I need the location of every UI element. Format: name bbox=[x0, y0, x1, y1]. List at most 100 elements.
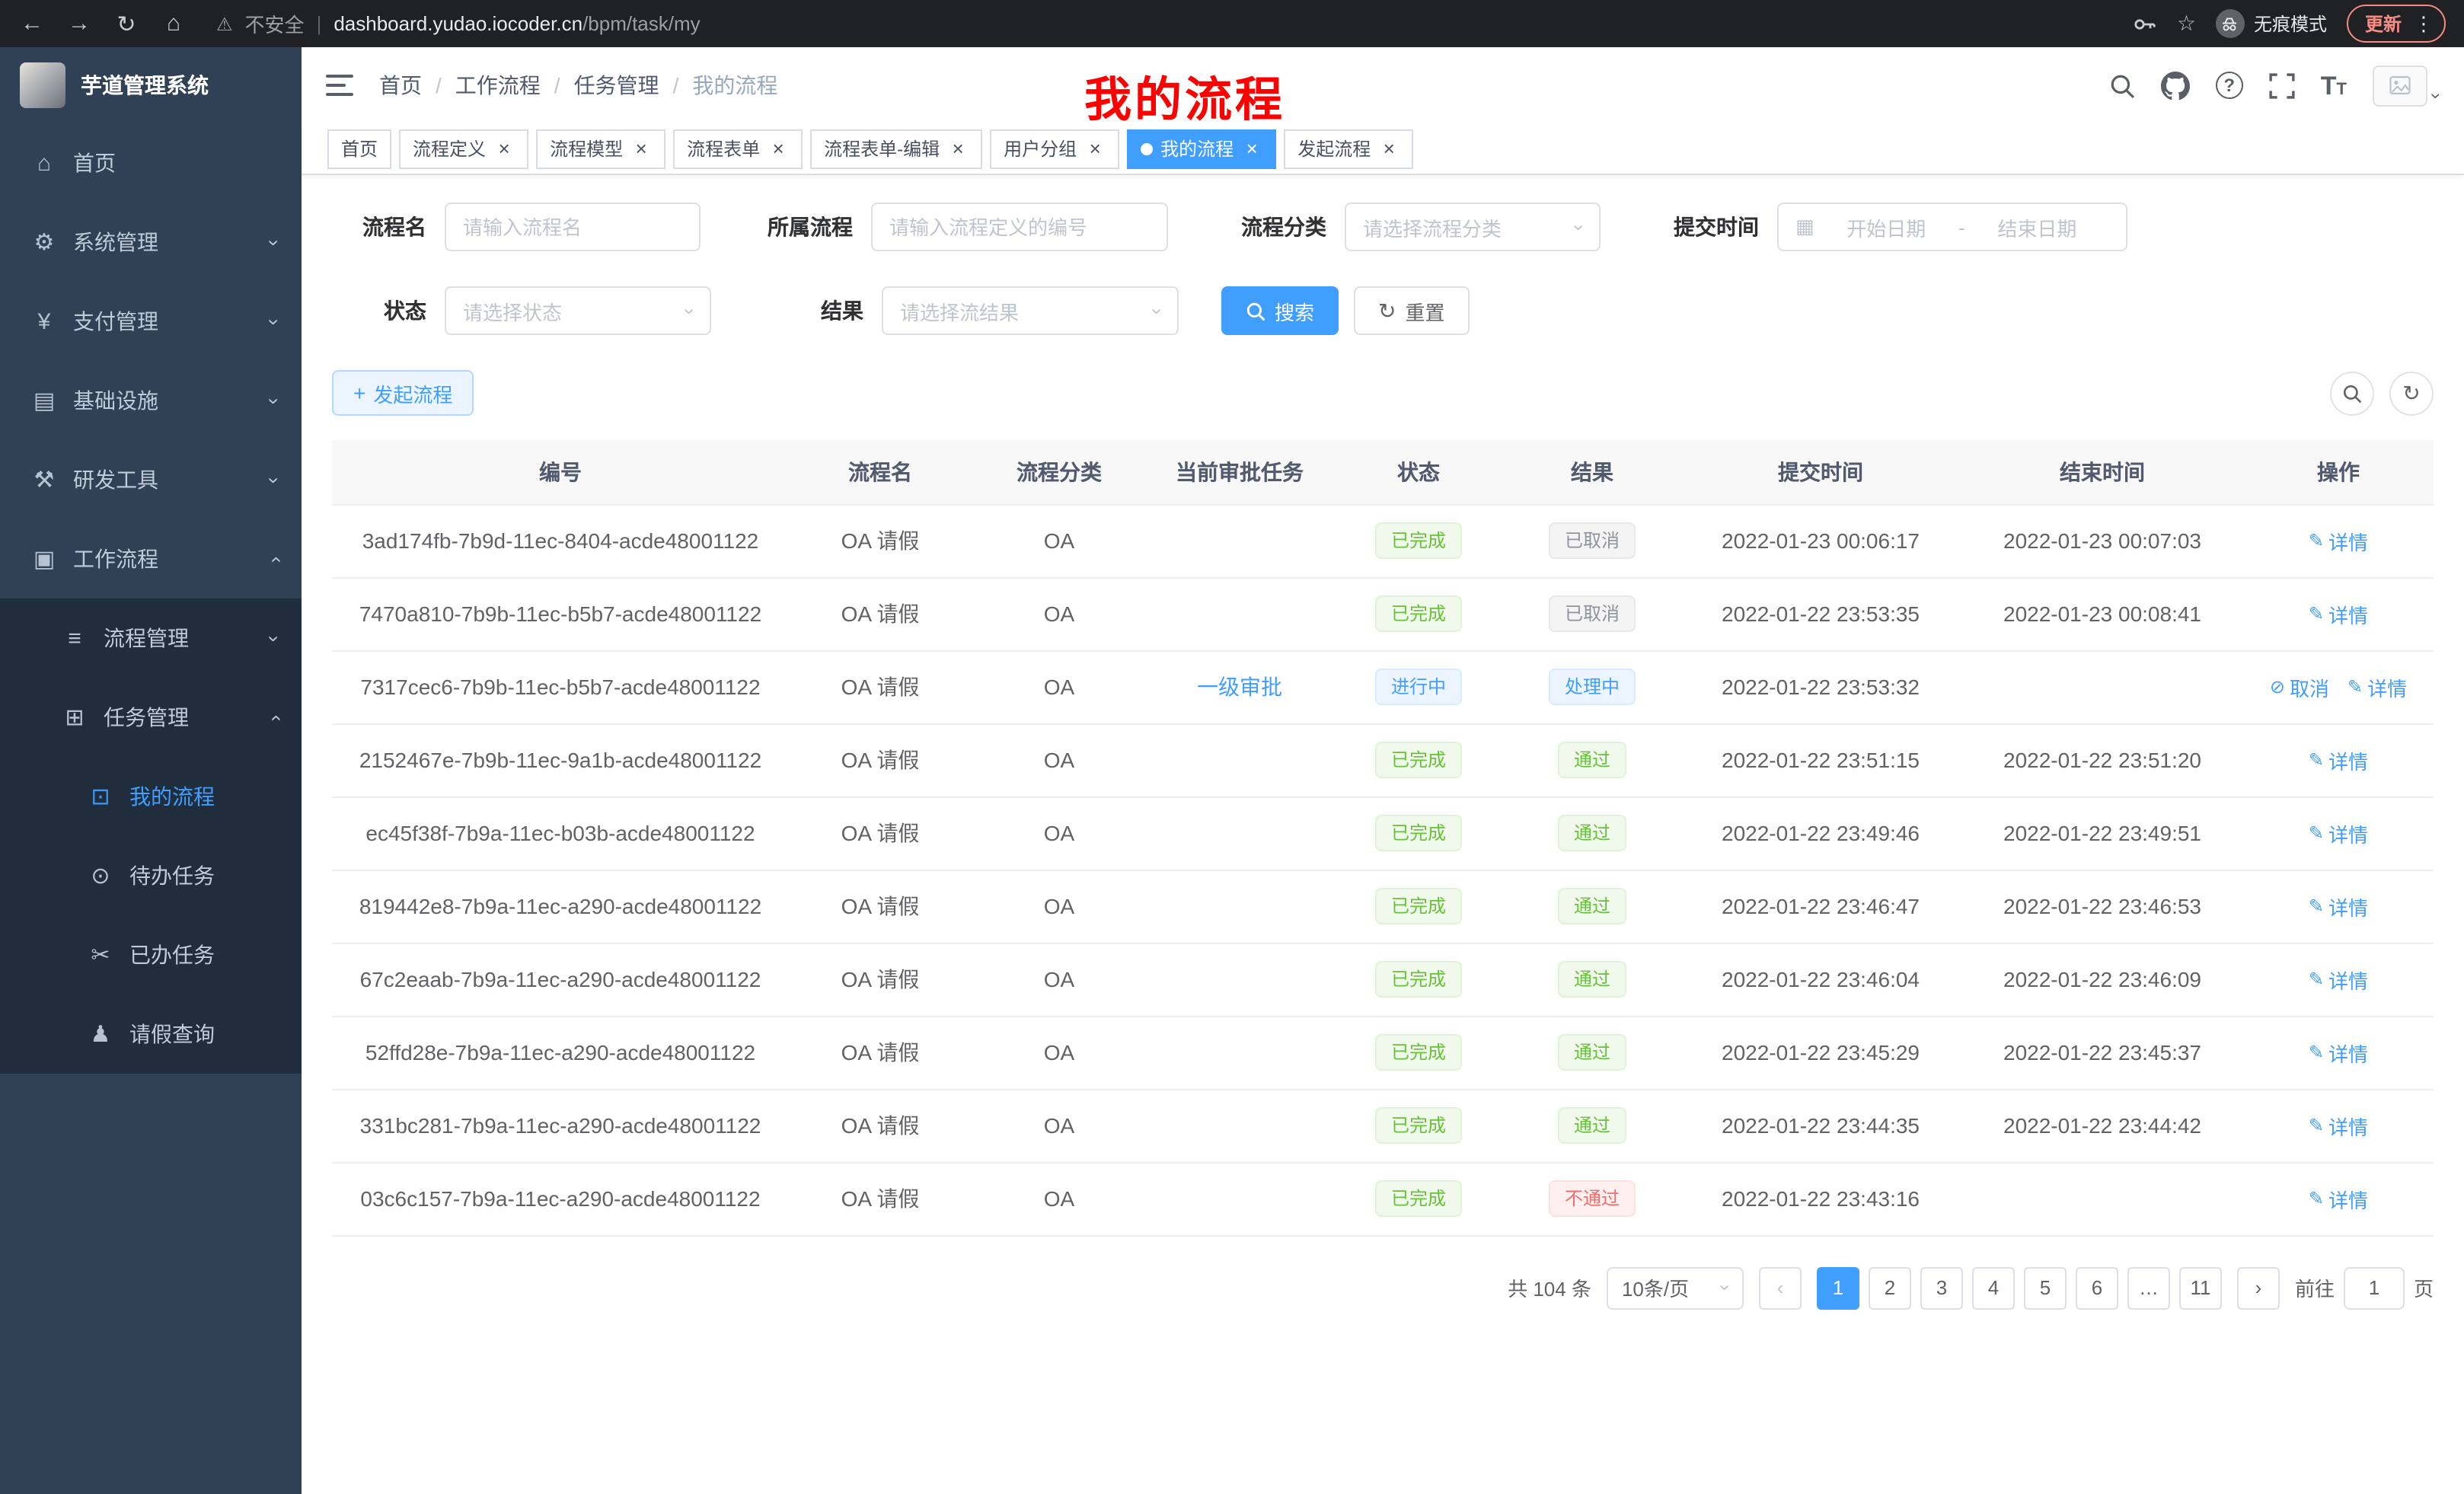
search-button[interactable]: 搜索 bbox=[1221, 286, 1339, 335]
pager-next-button[interactable]: › bbox=[2237, 1266, 2280, 1309]
close-icon[interactable]: × bbox=[493, 138, 515, 159]
pager-page-1[interactable]: 1 bbox=[1817, 1266, 1859, 1309]
detail-link[interactable]: ✎详情 bbox=[2309, 745, 2368, 774]
sidebar-item-my-process[interactable]: ⊡我的流程 bbox=[0, 757, 302, 836]
bookmark-star-icon[interactable]: ☆ bbox=[2177, 11, 2196, 37]
task-link[interactable]: 一级审批 bbox=[1197, 675, 1282, 699]
detail-link[interactable]: ✎详情 bbox=[2309, 1184, 2368, 1213]
cell-submit-time: 2022-01-22 23:45:29 bbox=[1680, 1016, 1961, 1089]
pager-page-4[interactable]: 4 bbox=[1972, 1266, 2015, 1309]
sidebar-item-home[interactable]: ⌂首页 bbox=[0, 123, 302, 203]
hide-search-button[interactable] bbox=[2330, 371, 2374, 415]
cell-result: 处理中 bbox=[1505, 650, 1680, 723]
tags-view-tab[interactable]: 流程模型× bbox=[536, 129, 665, 168]
breadcrumb-item-workflow[interactable]: 工作流程 bbox=[455, 70, 541, 101]
result-select[interactable]: 请选择流结果 › bbox=[882, 286, 1179, 335]
update-button[interactable]: 更新 ⋮ bbox=[2347, 5, 2446, 43]
sidebar-item-payment-management[interactable]: ¥支付管理› bbox=[0, 282, 302, 361]
detail-link[interactable]: ✎详情 bbox=[2309, 965, 2368, 994]
help-icon[interactable]: ? bbox=[2216, 72, 2243, 99]
fullscreen-icon[interactable] bbox=[2269, 72, 2295, 98]
github-icon[interactable] bbox=[2161, 71, 2190, 100]
plus-icon: + bbox=[353, 382, 365, 404]
close-icon[interactable]: × bbox=[1084, 138, 1106, 159]
pager-ellipsis[interactable]: … bbox=[2127, 1266, 2170, 1309]
process-management-icon: ≡ bbox=[61, 625, 88, 651]
tab-label: 首页 bbox=[341, 136, 378, 161]
cancel-link[interactable]: ⊘取消 bbox=[2270, 672, 2329, 701]
detail-link[interactable]: ✎详情 bbox=[2309, 599, 2368, 628]
pager-page-11[interactable]: 11 bbox=[2179, 1266, 2222, 1309]
close-icon[interactable]: × bbox=[1378, 138, 1400, 159]
detail-link[interactable]: ✎详情 bbox=[2348, 672, 2407, 701]
status-label: 状态 bbox=[332, 295, 426, 326]
browser-home-icon[interactable]: ⌂ bbox=[160, 11, 187, 37]
not-secure-warning-icon: ⚠ bbox=[216, 13, 233, 34]
browser-back-icon[interactable]: ← bbox=[18, 11, 46, 37]
sidebar-item-done-tasks[interactable]: ✂已办任务 bbox=[0, 915, 302, 994]
user-avatar[interactable]: › bbox=[2373, 65, 2440, 106]
sidebar-item-infrastructure[interactable]: ▤基础设施› bbox=[0, 361, 302, 440]
tags-view-tab[interactable]: 流程表单× bbox=[673, 129, 803, 168]
sidebar-item-workflow[interactable]: ▣工作流程› bbox=[0, 519, 302, 599]
hamburger-icon[interactable] bbox=[326, 75, 353, 96]
cell-task bbox=[1147, 723, 1333, 796]
process-definition-input[interactable] bbox=[871, 203, 1168, 251]
detail-link[interactable]: ✎详情 bbox=[2309, 1038, 2368, 1067]
tags-view-tab[interactable]: 用户分组× bbox=[990, 129, 1119, 168]
tags-view-tab[interactable]: 发起流程× bbox=[1284, 129, 1413, 168]
close-icon[interactable]: × bbox=[768, 138, 789, 159]
search-icon[interactable] bbox=[2109, 72, 2135, 98]
close-icon[interactable]: × bbox=[947, 138, 969, 159]
close-icon[interactable]: × bbox=[1241, 138, 1262, 159]
page-size-select[interactable]: 10条/页 › bbox=[1607, 1266, 1744, 1309]
tags-view-tab[interactable]: 首页 bbox=[327, 129, 391, 168]
browser-toolbar-right: ☆ 无痕模式 更新 ⋮ bbox=[2133, 5, 2446, 43]
process-definition-input-field[interactable] bbox=[889, 215, 1150, 238]
tags-view-tab[interactable]: 流程定义× bbox=[399, 129, 528, 168]
detail-link[interactable]: ✎详情 bbox=[2309, 819, 2368, 848]
status-select[interactable]: 请选择状态 › bbox=[445, 286, 711, 335]
goto-page-input[interactable] bbox=[2344, 1266, 2405, 1309]
refresh-table-button[interactable]: ↻ bbox=[2389, 371, 2434, 415]
sidebar-item-task-management[interactable]: ⊞任务管理› bbox=[0, 678, 302, 757]
status-tag: 已取消 bbox=[1550, 595, 1635, 632]
sidebar-item-system-management[interactable]: ⚙系统管理› bbox=[0, 203, 302, 282]
sidebar-item-leave-query[interactable]: ♟请假查询 bbox=[0, 994, 302, 1074]
process-name-input[interactable] bbox=[445, 203, 701, 251]
cell-name: OA 请假 bbox=[789, 870, 972, 943]
pager-page-2[interactable]: 2 bbox=[1869, 1266, 1911, 1309]
detail-link[interactable]: ✎详情 bbox=[2309, 892, 2368, 921]
category-select[interactable]: 请选择流程分类 › bbox=[1345, 203, 1601, 251]
detail-link[interactable]: ✎详情 bbox=[2309, 1111, 2368, 1140]
close-icon[interactable]: × bbox=[630, 138, 652, 159]
reset-button[interactable]: ↻ 重置 bbox=[1354, 286, 1470, 335]
pager-page-3[interactable]: 3 bbox=[1920, 1266, 1963, 1309]
pager-prev-button[interactable]: ‹ bbox=[1759, 1266, 1802, 1309]
key-icon[interactable] bbox=[2133, 11, 2157, 36]
breadcrumb-item-home[interactable]: 首页 bbox=[379, 70, 422, 101]
process-name-input-field[interactable] bbox=[463, 215, 682, 238]
sidebar-item-process-management[interactable]: ≡流程管理› bbox=[0, 599, 302, 678]
app-logo[interactable]: 芋道管理系统 bbox=[0, 47, 302, 123]
cell-actions: ⊘取消 ✎详情 bbox=[2243, 650, 2434, 723]
detail-link[interactable]: ✎详情 bbox=[2309, 526, 2368, 555]
cell-category: OA bbox=[972, 650, 1147, 723]
browser-menu-icon[interactable]: ⋮ bbox=[2414, 11, 2434, 36]
submit-time-range-picker[interactable]: ▦ 开始日期 - 结束日期 bbox=[1777, 203, 2127, 251]
address-bar[interactable]: ⚠ 不安全 | dashboard.yudao.iocoder.cn/bpm/t… bbox=[216, 9, 2113, 38]
sidebar-item-dev-tools[interactable]: ⚒研发工具› bbox=[0, 440, 302, 519]
tags-view-tab[interactable]: 流程表单-编辑× bbox=[810, 129, 982, 168]
font-size-icon[interactable]: TT bbox=[2321, 72, 2347, 98]
sidebar-item-todo-tasks[interactable]: ⊙待办任务 bbox=[0, 836, 302, 915]
pager-page-5[interactable]: 5 bbox=[2024, 1266, 2067, 1309]
cell-actions: ✎详情 bbox=[2243, 870, 2434, 943]
result-label: 结果 bbox=[754, 295, 863, 326]
browser-reload-icon[interactable]: ↻ bbox=[113, 10, 140, 37]
breadcrumb-item-task-management[interactable]: 任务管理 bbox=[574, 70, 659, 101]
browser-forward-icon[interactable]: → bbox=[65, 11, 93, 37]
tags-view-tab[interactable]: 我的流程× bbox=[1127, 129, 1276, 168]
create-process-button[interactable]: + 发起流程 bbox=[332, 370, 474, 416]
pager-page-6[interactable]: 6 bbox=[2076, 1266, 2118, 1309]
category-placeholder: 请选择流程分类 bbox=[1363, 212, 1502, 241]
